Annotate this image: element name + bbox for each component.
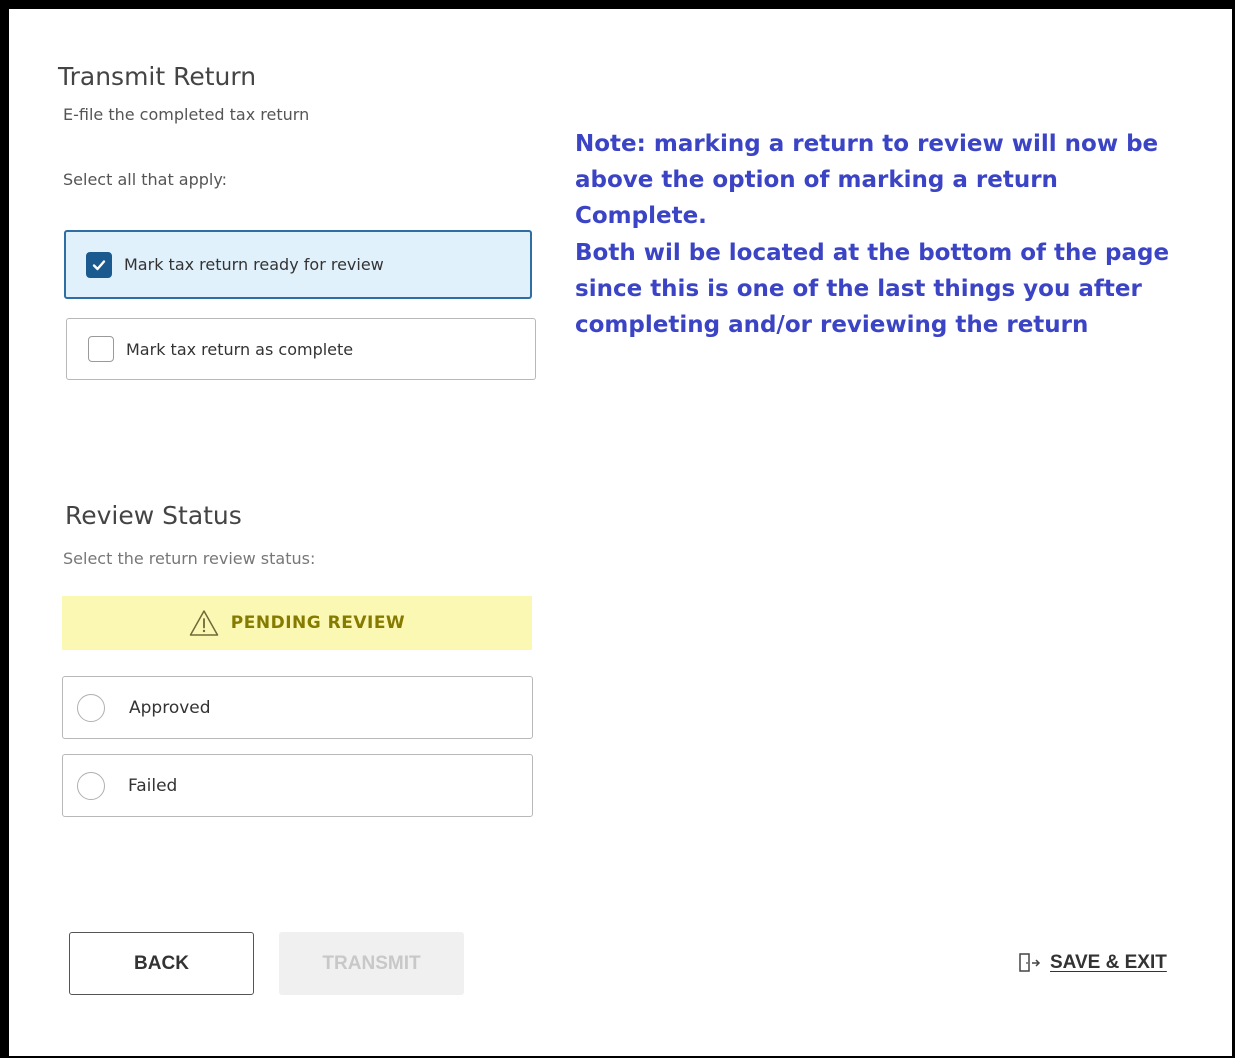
transmit-button[interactable]: TRANSMIT [279,932,464,995]
note-line-1: Note: marking a return to review will no… [575,131,1159,157]
review-status-instruction: Select the return review status: [63,549,316,568]
transmit-return-subtitle: E-file the completed tax return [63,105,310,124]
radio-failed-label: Failed [128,775,178,796]
radio-option-failed[interactable]: Failed [62,754,533,817]
radio-option-approved[interactable]: Approved [62,676,533,739]
option-ready-for-review-label: Mark tax return ready for review [124,255,384,274]
checkbox-mark-complete[interactable] [88,336,114,362]
checkbox-ready-for-review[interactable] [86,251,112,278]
save-exit-button[interactable]: SAVE & EXIT [1018,952,1167,974]
select-all-instruction: Select all that apply: [63,170,228,189]
warning-triangle-icon [189,610,219,636]
option-mark-complete-label: Mark tax return as complete [126,339,354,359]
note-line-3: Both wil be located at the bottom of the… [575,240,1170,266]
transmit-return-title: Transmit Return [58,62,257,91]
back-button[interactable]: BACK [69,932,254,995]
radio-failed[interactable] [77,771,105,800]
pending-review-banner: PENDING REVIEW [62,596,532,650]
radio-approved-label: Approved [129,697,211,718]
pending-review-label: PENDING REVIEW [230,613,406,633]
note-line-4: since this is one of the last things you… [575,276,1142,302]
review-status-title: Review Status [65,501,242,530]
option-ready-for-review[interactable]: Mark tax return ready for review [64,230,532,299]
option-mark-complete[interactable]: Mark tax return as complete [66,318,536,380]
exit-door-icon [1019,953,1041,972]
checkmark-icon [92,259,106,270]
radio-approved[interactable] [77,693,105,722]
note-line-5: completing and/or reviewing the return [575,312,1089,338]
note-line-2: above the option of marking a return Com… [575,167,1058,229]
save-exit-label: SAVE & EXIT [1050,952,1167,973]
